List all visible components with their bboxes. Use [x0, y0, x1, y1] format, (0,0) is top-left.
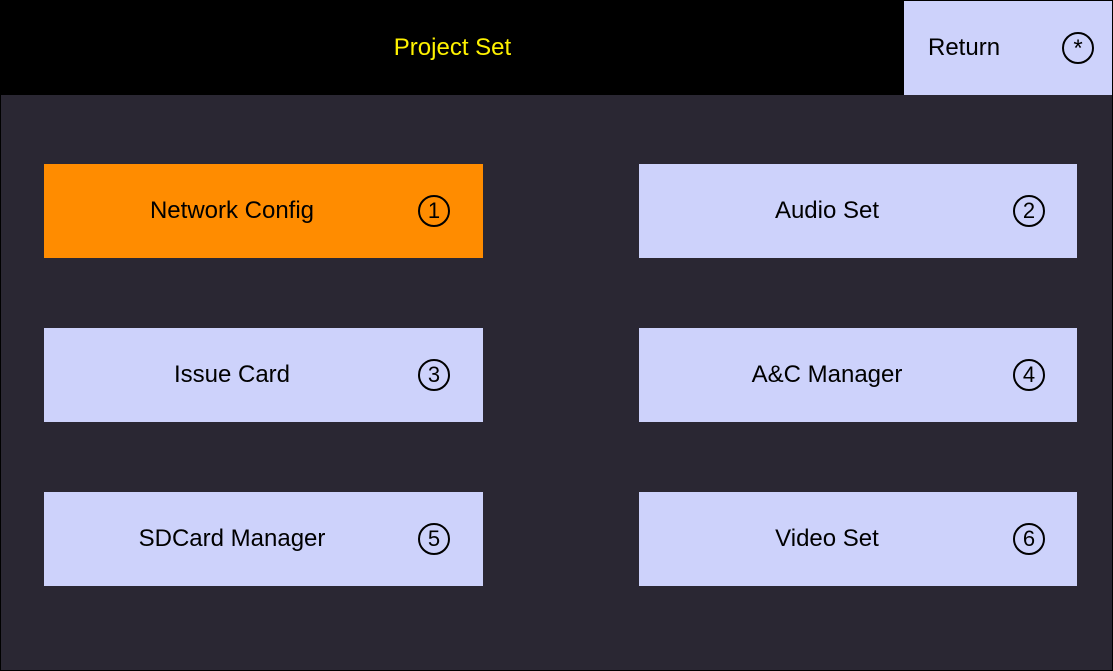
return-label: Return [928, 34, 1001, 61]
number-3-icon: 3 [418, 359, 450, 391]
number-4-icon: 4 [1013, 359, 1045, 391]
number-2-icon: 2 [1013, 195, 1045, 227]
header-bar: Project Set Return * [1, 1, 1112, 95]
return-button[interactable]: Return * [904, 1, 1112, 95]
network-config-button[interactable]: Network Config 1 [44, 164, 483, 258]
issue-card-label: Issue Card [173, 361, 291, 388]
issue-card-button[interactable]: Issue Card 3 [44, 328, 483, 422]
sdcard-manager-button[interactable]: SDCard Manager 5 [44, 492, 483, 586]
sdcard-manager-label: SDCard Manager [138, 525, 326, 552]
project-set-screen: Project Set Return * Network Config 1 Au… [0, 0, 1113, 671]
network-config-label: Network Config [149, 197, 315, 224]
video-set-button[interactable]: Video Set 6 [639, 492, 1077, 586]
ac-manager-label: A&C Manager [751, 361, 903, 388]
asterisk-circle-icon: * [1062, 32, 1094, 64]
audio-set-label: Audio Set [774, 197, 880, 224]
video-set-label: Video Set [775, 525, 879, 552]
page-title: Project Set [393, 34, 512, 61]
number-1-icon: 1 [418, 195, 450, 227]
number-5-icon: 5 [418, 523, 450, 555]
number-6-icon: 6 [1013, 523, 1045, 555]
ac-manager-button[interactable]: A&C Manager 4 [639, 328, 1077, 422]
audio-set-button[interactable]: Audio Set 2 [639, 164, 1077, 258]
